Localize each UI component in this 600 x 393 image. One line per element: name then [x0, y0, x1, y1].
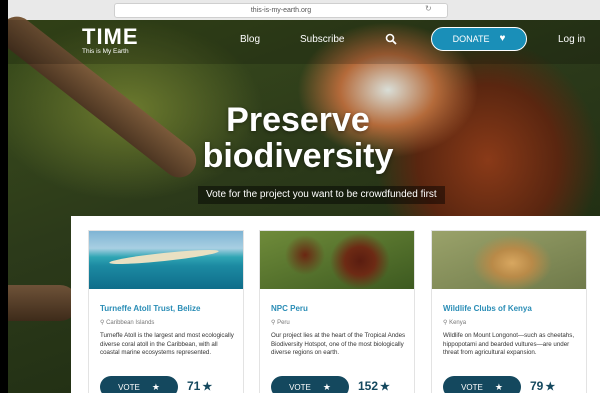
location-text: Peru	[277, 320, 290, 326]
site-logo[interactable]: TIME This is My Earth	[82, 26, 139, 56]
project-card: NPC Peru ⚲ Peru Our project lies at the …	[259, 230, 415, 393]
project-image-monkey[interactable]	[260, 231, 414, 289]
heart-icon: ♥	[499, 33, 506, 44]
vote-count-value: 79	[530, 379, 544, 393]
browser-url-bar: this-is-my-earth.org ↻	[8, 0, 600, 21]
star-icon: ★	[545, 381, 556, 393]
project-description: Our project lies at the heart of the Tro…	[271, 332, 406, 357]
vote-count: 79 ★	[530, 379, 555, 393]
vote-button[interactable]: VOTE ★	[100, 376, 178, 393]
donate-label: DONATE	[452, 34, 490, 44]
project-card: Turneffe Atoll Trust, Belize ⚲ Caribbean…	[88, 230, 244, 393]
star-icon: ★	[494, 381, 503, 392]
project-title[interactable]: NPC Peru	[271, 304, 308, 313]
project-location: ⚲ Peru	[271, 319, 290, 326]
vote-count-value: 71	[187, 379, 201, 393]
donate-button[interactable]: DONATE ♥	[431, 27, 527, 51]
project-card: Wildlife Clubs of Kenya ⚲ Kenya Wildlife…	[431, 230, 587, 393]
vote-label: VOTE	[289, 382, 311, 392]
login-link[interactable]: Log in	[558, 34, 585, 45]
location-text: Kenya	[449, 320, 467, 326]
address-field[interactable]: this-is-my-earth.org	[114, 3, 448, 18]
vote-count-value: 152	[358, 379, 379, 393]
vote-button[interactable]: VOTE ★	[443, 376, 521, 393]
project-description: Wildlife on Mount Longonot—such as cheet…	[443, 332, 575, 357]
hero-subtitle: Vote for the project you want to be crow…	[198, 186, 445, 204]
logo-tagline: This is My Earth	[82, 48, 129, 55]
project-location: ⚲ Caribbean Islands	[100, 319, 154, 326]
project-title[interactable]: Wildlife Clubs of Kenya	[443, 304, 532, 313]
logo-wordmark: TIME	[82, 24, 139, 49]
top-navigation: TIME This is My Earth Blog Subscribe DON…	[8, 20, 600, 64]
browser-window: this-is-my-earth.org ↻ TIME This is My E…	[8, 0, 600, 393]
project-image-cheetah[interactable]	[432, 231, 586, 289]
project-image-atoll[interactable]	[89, 231, 243, 289]
project-title[interactable]: Turneffe Atoll Trust, Belize	[100, 304, 200, 313]
vote-count: 152 ★	[358, 379, 390, 393]
nav-link-blog[interactable]: Blog	[240, 34, 260, 45]
branch-decoration	[8, 285, 78, 321]
nav-link-subscribe[interactable]: Subscribe	[300, 34, 344, 45]
star-icon: ★	[151, 381, 160, 392]
search-icon[interactable]	[385, 33, 397, 45]
star-icon: ★	[380, 381, 390, 393]
star-icon: ★	[322, 381, 331, 392]
reload-icon[interactable]: ↻	[425, 4, 592, 13]
project-location: ⚲ Kenya	[443, 319, 466, 326]
vote-label: VOTE	[118, 382, 140, 392]
hero-title: Preserve biodiversity	[202, 101, 394, 175]
project-description: Turneffe Atoll is the largest and most e…	[100, 332, 234, 357]
vote-label: VOTE	[461, 382, 483, 392]
vote-count: 71 ★	[187, 379, 212, 393]
vote-button[interactable]: VOTE ★	[271, 376, 349, 393]
location-text: Caribbean Islands	[106, 320, 155, 326]
star-icon: ★	[202, 381, 213, 393]
